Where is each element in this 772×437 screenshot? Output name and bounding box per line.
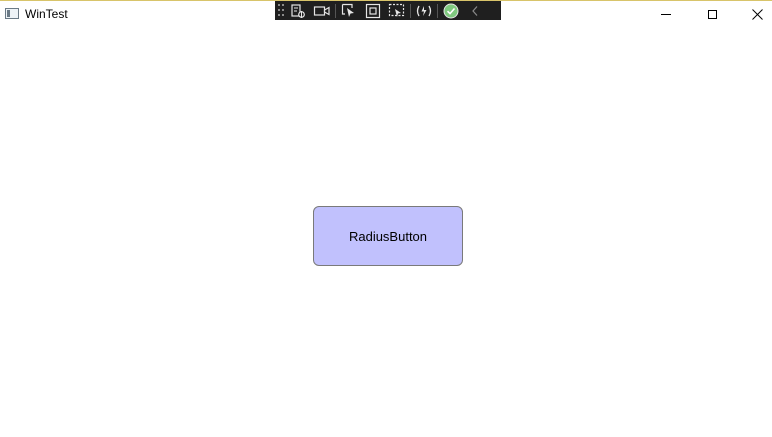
select-element-icon[interactable] <box>337 1 361 20</box>
radius-button-label: RadiusButton <box>348 228 428 244</box>
hot-reload-icon[interactable] <box>412 1 436 20</box>
toolbar-separator <box>335 3 336 18</box>
binding-failures-check-icon[interactable] <box>439 1 463 20</box>
track-focus-icon[interactable] <box>385 1 409 20</box>
display-layout-adorners-icon[interactable] <box>361 1 385 20</box>
live-visual-tree-icon[interactable] <box>286 1 310 20</box>
xaml-debug-toolbar <box>275 1 501 20</box>
collapse-chevron-icon[interactable] <box>463 1 487 20</box>
video-capture-icon[interactable] <box>310 1 334 20</box>
maximize-icon <box>707 9 717 19</box>
toolbar-separator <box>437 3 438 18</box>
app-window: WinTest RadiusButton <box>0 0 772 437</box>
close-button[interactable] <box>734 1 772 27</box>
close-icon <box>751 8 763 20</box>
maximize-button[interactable] <box>689 1 735 27</box>
radius-button[interactable]: RadiusButton <box>313 206 463 266</box>
app-icon <box>5 8 19 19</box>
minimize-button[interactable] <box>643 1 689 27</box>
window-title: WinTest <box>25 7 68 21</box>
toolbar-separator <box>410 3 411 18</box>
toolbar-grip-icon[interactable] <box>278 3 286 18</box>
minimize-icon <box>661 13 671 15</box>
